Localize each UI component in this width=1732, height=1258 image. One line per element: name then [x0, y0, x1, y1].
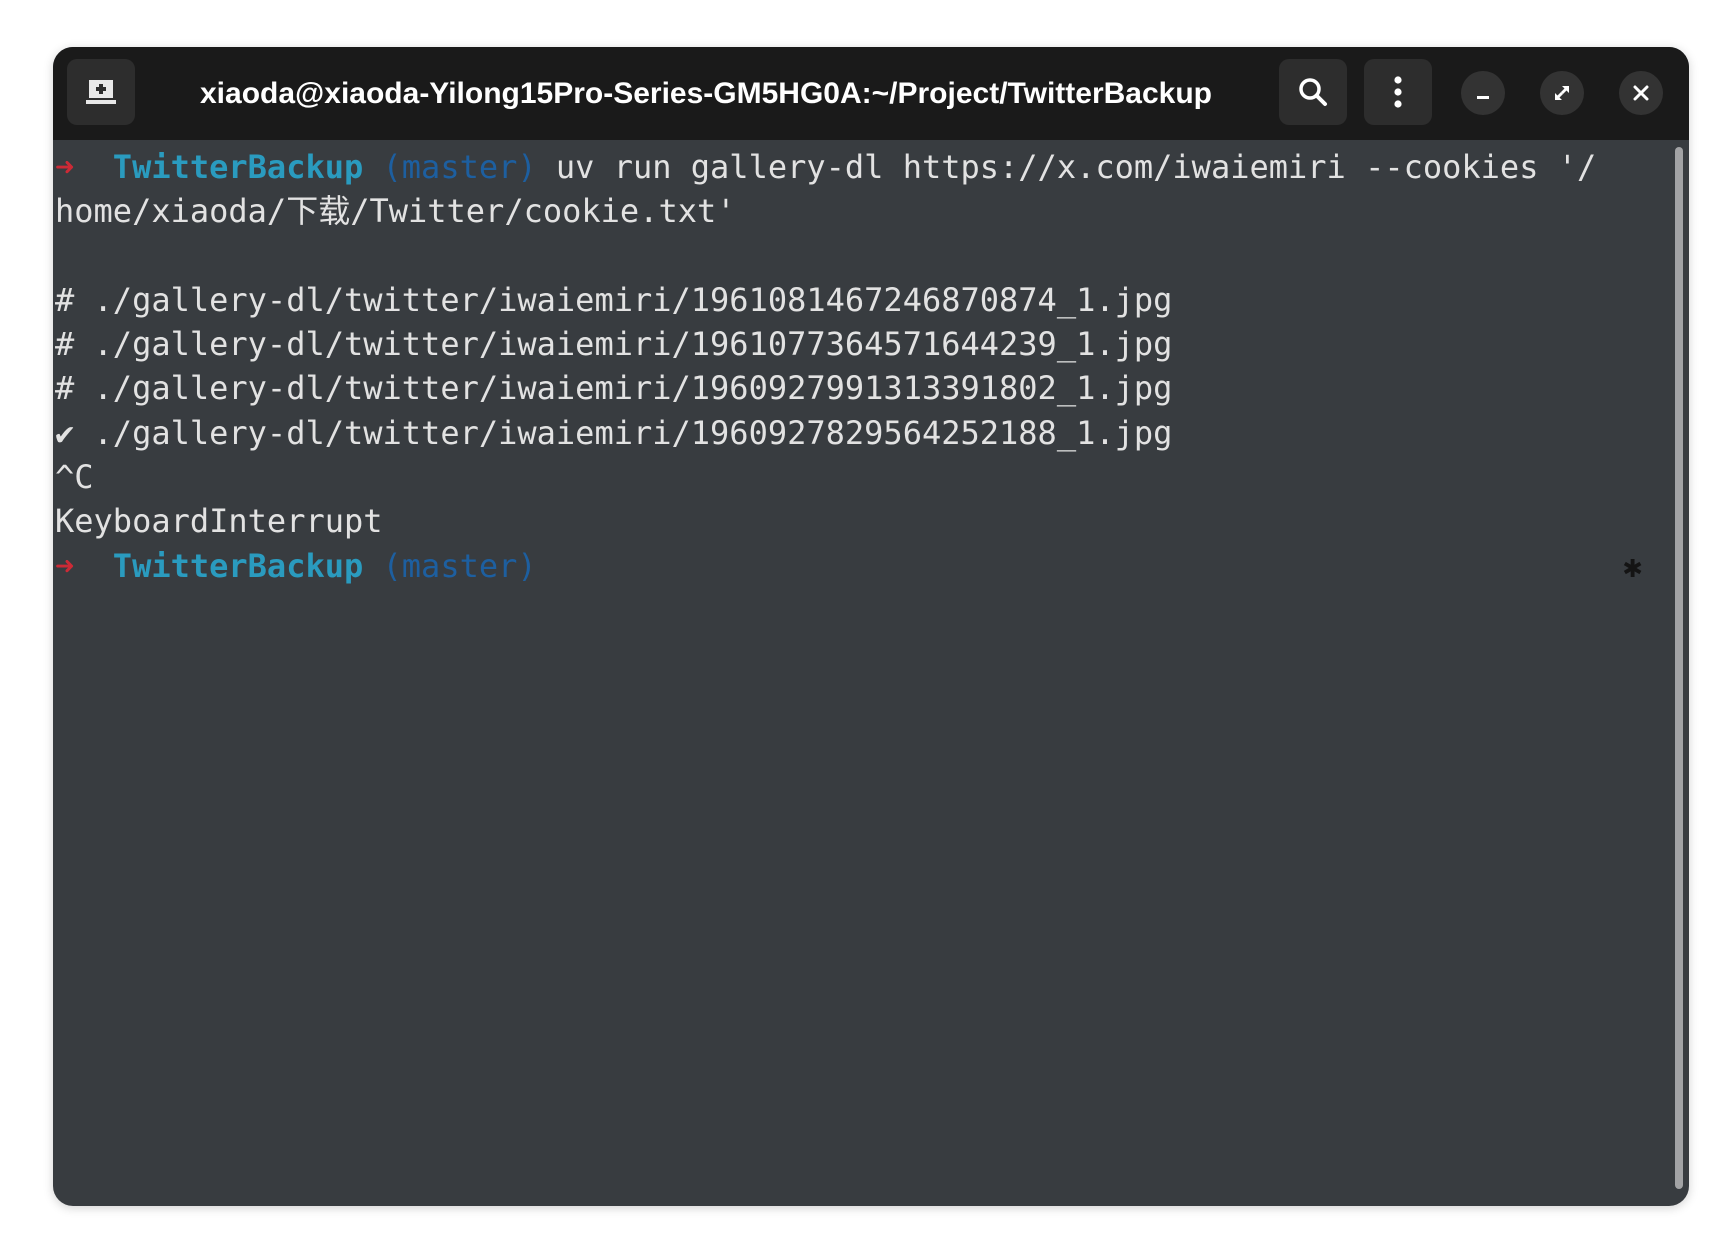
maximize-button[interactable]	[1540, 71, 1584, 115]
minimize-icon	[1477, 96, 1489, 99]
scrollbar[interactable]	[1675, 147, 1683, 1189]
search-icon	[1299, 78, 1327, 106]
command-text: uv run gallery-dl https://x.com/iwaiemir…	[536, 148, 1597, 186]
maximize-icon	[1555, 86, 1569, 100]
output-line: # ./gallery-dl/twitter/iwaiemiri/1960927…	[55, 369, 1173, 408]
prompt-directory: TwitterBackup	[112, 148, 364, 186]
prompt-branch: (master)	[382, 148, 537, 186]
close-icon	[1633, 85, 1649, 101]
new-tab-button[interactable]	[67, 59, 135, 125]
search-button[interactable]	[1279, 59, 1347, 125]
new-tab-icon	[86, 80, 116, 104]
menu-button[interactable]	[1364, 59, 1432, 125]
command-line-wrap: home/xiaoda/下载/Twitter/cookie.txt'	[55, 189, 1665, 233]
output-line: ✔ ./gallery-dl/twitter/iwaiemiri/1960927…	[55, 413, 1173, 452]
prompt-directory: TwitterBackup	[112, 546, 364, 585]
output-line: ^C	[55, 458, 94, 497]
terminal-window: xiaoda@xiaoda-Yilong15Pro-Series-GM5HG0A…	[53, 47, 1689, 1206]
prompt-branch: (master)	[382, 546, 537, 585]
prompt-arrow: ➜	[55, 546, 75, 585]
window-title: xiaoda@xiaoda-Yilong15Pro-Series-GM5HG0A…	[199, 77, 1213, 110]
output-line: KeyboardInterrupt	[55, 502, 383, 541]
dirty-status-marker: ✱	[1623, 546, 1643, 585]
close-button[interactable]	[1619, 71, 1663, 115]
command-line: ➜ TwitterBackup (master) uv run gallery-…	[55, 145, 1665, 189]
kebab-menu-icon	[1394, 76, 1402, 108]
prompt-arrow: ➜	[55, 148, 75, 186]
output-line: # ./gallery-dl/twitter/iwaiemiri/1961077…	[55, 325, 1173, 364]
minimize-button[interactable]	[1461, 71, 1505, 115]
title-bar: xiaoda@xiaoda-Yilong15Pro-Series-GM5HG0A…	[53, 47, 1689, 140]
output-line: # ./gallery-dl/twitter/iwaiemiri/1961081…	[55, 280, 1173, 319]
terminal-output[interactable]: ➜ TwitterBackup (master) uv run gallery-…	[55, 145, 1665, 1206]
command-text-continued: home/xiaoda/下载/Twitter/cookie.txt'	[55, 192, 736, 231]
prompt-line: ➜ TwitterBackup (master) ✱	[55, 544, 1665, 588]
